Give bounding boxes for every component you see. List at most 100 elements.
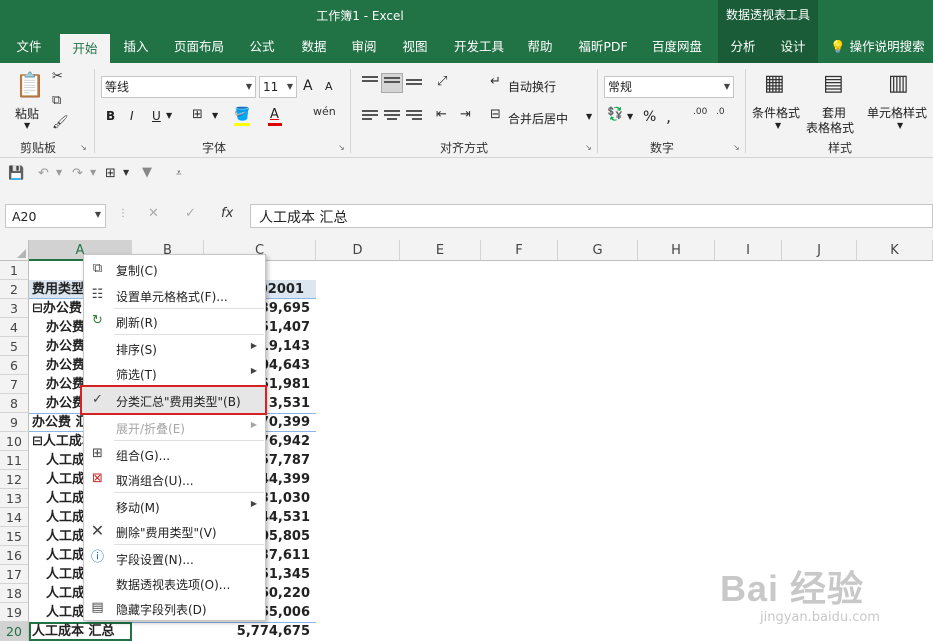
phonetic-icon[interactable]: wén [313, 105, 336, 118]
tab-analyze[interactable]: 分析 [718, 30, 768, 63]
row-header[interactable]: 16 [0, 546, 29, 565]
pivot-item[interactable]: 人工成 [46, 508, 84, 527]
tab-review[interactable]: 审阅 [342, 30, 386, 63]
row-header[interactable]: 2 [0, 280, 29, 299]
tab-data[interactable]: 数据 [292, 30, 336, 63]
underline-button[interactable]: U [152, 109, 161, 123]
menu-item-format-cells[interactable]: ☷ 设置单元格格式(F)... [84, 282, 265, 308]
format-painter-icon[interactable]: 🖌 [52, 115, 69, 130]
menu-item-ungroup[interactable]: ⊠ 取消组合(U)... [84, 466, 265, 492]
borders-quick-dropdown-icon[interactable]: ▼ [123, 168, 129, 177]
menu-item-move[interactable]: 移动(M) ▶ [84, 493, 265, 519]
row-header[interactable]: 4 [0, 318, 29, 337]
pivot-item[interactable]: 人工成 [46, 451, 84, 470]
border-icon[interactable]: ⊞ [192, 107, 203, 122]
tab-home[interactable]: 开始 [60, 34, 110, 63]
row-header[interactable]: 6 [0, 356, 29, 375]
name-box[interactable]: A20 ▼ [5, 204, 106, 228]
row-header[interactable]: 11 [0, 451, 29, 470]
merge-center-icon[interactable]: ⊟ [490, 107, 501, 122]
pivot-item[interactable]: 办公费 [46, 356, 84, 375]
pivot-item[interactable]: 办公费 [46, 394, 84, 413]
font-launcher-icon[interactable]: ↘ [338, 143, 345, 152]
pivot-item[interactable]: 人工成 [46, 546, 84, 565]
copy-icon[interactable]: ⧉ [52, 93, 61, 108]
undo-dropdown-icon[interactable]: ▼ [56, 168, 62, 177]
menu-item-sort[interactable]: 排序(S) ▶ [84, 335, 265, 361]
customize-qat-icon[interactable]: ⩡ [176, 168, 182, 179]
row-header[interactable]: 13 [0, 489, 29, 508]
row-header[interactable]: 19 [0, 603, 29, 622]
cell-styles-button[interactable]: 单元格样式 [867, 104, 927, 121]
conditional-formatting-button[interactable]: 条件格式 [752, 104, 800, 121]
orientation-icon[interactable]: ⤢ [437, 74, 447, 89]
wrap-text-button[interactable]: 自动换行 [508, 78, 556, 95]
tab-design[interactable]: 设计 [768, 30, 818, 63]
pivot-item[interactable]: 人工成 [46, 565, 84, 584]
align-top-icon[interactable] [362, 76, 378, 89]
pivot-item[interactable]: 人工成 [46, 603, 84, 622]
pivot-subtotal-value[interactable]: 5,774,675 [204, 622, 310, 641]
pivot-item[interactable]: 人工成 [46, 489, 84, 508]
column-header-j[interactable]: J [782, 240, 857, 261]
underline-dropdown-icon[interactable]: ▼ [166, 111, 172, 120]
row-header[interactable]: 3 [0, 299, 29, 318]
pivot-item[interactable]: 人工成 [46, 527, 84, 546]
fill-color-icon[interactable]: 🪣 [234, 107, 250, 122]
menu-item-expand-collapse[interactable]: 展开/折叠(E) ▶ [84, 414, 265, 440]
select-all-corner[interactable] [0, 240, 29, 261]
cut-icon[interactable]: ✂ [52, 69, 63, 84]
column-header-d[interactable]: D [316, 240, 400, 261]
row-header[interactable]: 17 [0, 565, 29, 584]
filter-icon[interactable]: ▼ [142, 165, 152, 180]
wrap-text-icon[interactable]: ↵ [490, 74, 501, 89]
row-header[interactable]: 18 [0, 584, 29, 603]
pivot-group-label[interactable]: ⊟人工成本 [32, 432, 84, 451]
tab-help[interactable]: 帮助 [518, 30, 562, 63]
increase-indent-icon[interactable]: ⇥ [460, 107, 471, 122]
menu-item-group[interactable]: ⊞ 组合(G)... [84, 441, 265, 467]
row-header[interactable]: 5 [0, 337, 29, 356]
save-icon[interactable]: 💾 [8, 166, 24, 181]
column-header-h[interactable]: H [638, 240, 715, 261]
column-header-g[interactable]: G [558, 240, 638, 261]
accounting-dropdown-icon[interactable]: ▼ [627, 112, 633, 121]
comma-style-icon[interactable]: , [666, 107, 671, 126]
shrink-font-button[interactable]: A [325, 80, 333, 93]
tab-developer[interactable]: 开发工具 [446, 30, 512, 63]
cell-styles-icon[interactable]: ▥ [888, 71, 909, 96]
number-launcher-icon[interactable]: ↘ [733, 143, 740, 152]
align-center-icon[interactable] [384, 110, 400, 123]
row-header[interactable]: 7 [0, 375, 29, 394]
format-as-table-line2[interactable]: 表格格式 [806, 119, 854, 136]
number-format-combo[interactable]: 常规 ▼ [604, 76, 734, 98]
menu-item-hide-field-list[interactable]: ▤ 隐藏字段列表(D) [84, 595, 265, 621]
row-header[interactable]: 9 [0, 413, 29, 432]
paste-button[interactable]: 粘贴 [15, 105, 39, 122]
row-header[interactable]: 1 [0, 261, 29, 280]
column-header-e[interactable]: E [400, 240, 481, 261]
pivot-item[interactable]: 办公费 [46, 375, 84, 394]
enter-check-icon[interactable]: ✓ [185, 206, 196, 221]
cell-styles-dropdown-icon[interactable]: ▼ [897, 121, 903, 130]
redo-icon[interactable]: ↷ [72, 166, 83, 181]
align-bottom-icon[interactable] [406, 79, 422, 92]
row-header[interactable]: 8 [0, 394, 29, 413]
format-as-table-icon[interactable]: ▤ [823, 71, 844, 96]
row-header[interactable]: 20 [0, 622, 29, 641]
conditional-formatting-icon[interactable]: ▦ [764, 71, 785, 96]
menu-item-pivot-options[interactable]: 数据透视表选项(O)... [84, 570, 265, 596]
pivot-item[interactable]: 办公费 [46, 337, 84, 356]
borders-quick-icon[interactable]: ⊞ [105, 166, 116, 181]
accounting-format-icon[interactable]: 💱 [607, 107, 623, 122]
percent-button[interactable]: % [643, 109, 656, 125]
tab-view[interactable]: 视图 [393, 30, 437, 63]
pivot-field-header[interactable]: 费用类型 [32, 280, 84, 299]
tab-formulas[interactable]: 公式 [240, 30, 284, 63]
italic-button[interactable]: I [130, 109, 134, 123]
menu-item-subtotal[interactable]: ✓ 分类汇总"费用类型"(B) [80, 385, 267, 415]
row-header[interactable]: 10 [0, 432, 29, 451]
menu-item-field-settings[interactable]: ⓘ 字段设置(N)... [84, 545, 265, 571]
menu-item-copy[interactable]: ⧉ 复制(C) [84, 256, 265, 282]
tab-insert[interactable]: 插入 [114, 30, 158, 63]
